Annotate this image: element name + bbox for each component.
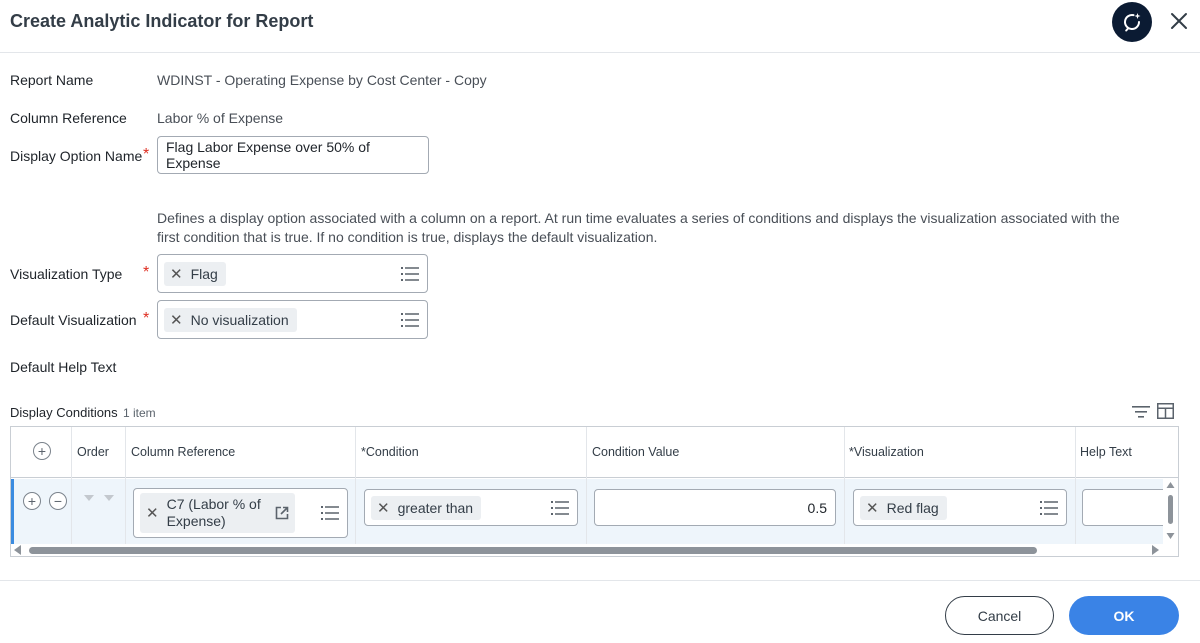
- column-layout-icon[interactable]: [1157, 403, 1174, 419]
- display-conditions-title: Display Conditions: [10, 405, 118, 420]
- footer-divider: [0, 580, 1200, 581]
- column-reference-prompt[interactable]: ✕ C7 (Labor % of Expense): [133, 488, 348, 538]
- column-header-order[interactable]: Order: [77, 445, 109, 459]
- column-header-condition[interactable]: *Condition: [361, 445, 419, 459]
- list-icon[interactable]: [1040, 500, 1058, 516]
- selected-pill: ✕ greater than: [371, 495, 482, 520]
- close-button[interactable]: [1166, 8, 1192, 34]
- description-text: Defines a display option associated with…: [157, 210, 1120, 245]
- display-option-name-value: Flag Labor Expense over 50% of Expense: [166, 139, 370, 171]
- header-divider: [0, 52, 1200, 53]
- add-icon: +: [37, 443, 47, 459]
- close-icon: [1171, 13, 1187, 29]
- default-visualization-selected: No visualization: [190, 311, 289, 328]
- horizontal-scrollbar[interactable]: [11, 544, 1178, 556]
- vertical-scrollbar-graphic: [1166, 482, 1175, 539]
- remove-selection-icon[interactable]: ✕: [866, 499, 879, 517]
- condition-value-input[interactable]: 0.5: [594, 489, 836, 526]
- scroll-left-icon[interactable]: [14, 545, 22, 555]
- display-option-name-label: Display Option Name: [10, 148, 143, 164]
- ok-button[interactable]: OK: [1069, 596, 1179, 635]
- list-icon[interactable]: [401, 266, 419, 282]
- required-marker: *: [143, 146, 150, 163]
- default-visualization-prompt[interactable]: ✕ No visualization: [157, 300, 428, 339]
- reorder-arrows-icon[interactable]: [84, 495, 114, 503]
- list-icon[interactable]: [551, 500, 569, 516]
- row-selection-marker: [11, 479, 14, 544]
- remove-selection-icon[interactable]: ✕: [170, 311, 183, 329]
- default-help-text-label: Default Help Text: [10, 359, 117, 375]
- default-visualization-label: Default Visualization: [10, 312, 137, 328]
- remove-row-button[interactable]: −: [49, 492, 67, 510]
- filter-icon[interactable]: [1132, 405, 1150, 419]
- remove-selection-icon[interactable]: ✕: [146, 504, 159, 522]
- column-reference-selected-line2: Expense): [166, 513, 226, 529]
- condition-value: 0.5: [807, 499, 827, 516]
- remove-selection-icon[interactable]: ✕: [377, 499, 390, 517]
- column-reference-selected-line1: C7 (Labor % of: [166, 496, 261, 512]
- report-name-label: Report Name: [10, 72, 94, 88]
- add-row-button[interactable]: +: [23, 492, 41, 510]
- report-name-value: WDINST - Operating Expense by Cost Cente…: [157, 72, 487, 88]
- required-marker: *: [143, 264, 150, 281]
- required-marker: *: [143, 310, 150, 327]
- display-conditions-grid: + Order Column Reference *Condition Cond…: [10, 426, 1179, 557]
- dialog-title: Create Analytic Indicator for Report: [10, 11, 314, 31]
- column-reference-label: Column Reference: [10, 110, 127, 126]
- column-header-help-text[interactable]: Help Text: [1080, 445, 1132, 459]
- vertical-scrollbar[interactable]: [1163, 479, 1178, 544]
- selected-pill: ✕ C7 (Labor % of Expense): [140, 493, 295, 533]
- remove-selection-icon[interactable]: ✕: [170, 265, 183, 283]
- assistant-sparkle-icon: [1124, 13, 1141, 32]
- visualization-type-selected: Flag: [190, 265, 218, 282]
- selected-pill: ✕ Red flag: [860, 495, 947, 520]
- remove-icon: −: [53, 493, 63, 509]
- display-option-name-input[interactable]: Flag Labor Expense over 50% of Expense: [157, 136, 429, 174]
- external-link-icon[interactable]: [275, 506, 289, 520]
- selected-pill: ✕ Flag: [164, 261, 226, 286]
- assistant-button[interactable]: [1112, 2, 1152, 42]
- list-icon[interactable]: [321, 505, 339, 521]
- add-icon: +: [27, 493, 37, 509]
- column-reference-value: Labor % of Expense: [157, 110, 284, 126]
- condition-prompt[interactable]: ✕ greater than: [364, 489, 578, 526]
- selected-pill: ✕ No visualization: [164, 307, 297, 332]
- visualization-selected: Red flag: [886, 499, 939, 516]
- cancel-button[interactable]: Cancel: [945, 596, 1054, 635]
- column-header-condition-value[interactable]: Condition Value: [592, 445, 679, 459]
- horizontal-scroll-thumb[interactable]: [29, 547, 1037, 554]
- condition-selected: greater than: [397, 499, 474, 516]
- column-header-visualization[interactable]: *Visualization: [849, 445, 924, 459]
- column-header-column-reference[interactable]: Column Reference: [131, 445, 235, 459]
- visualization-type-label: Visualization Type: [10, 266, 123, 282]
- visualization-type-prompt[interactable]: ✕ Flag: [157, 254, 428, 293]
- visualization-prompt[interactable]: ✕ Red flag: [853, 489, 1067, 526]
- scroll-right-icon[interactable]: [1152, 545, 1160, 555]
- list-icon[interactable]: [401, 312, 419, 328]
- display-conditions-count: 1 item: [123, 406, 156, 420]
- add-row-button[interactable]: +: [33, 442, 51, 460]
